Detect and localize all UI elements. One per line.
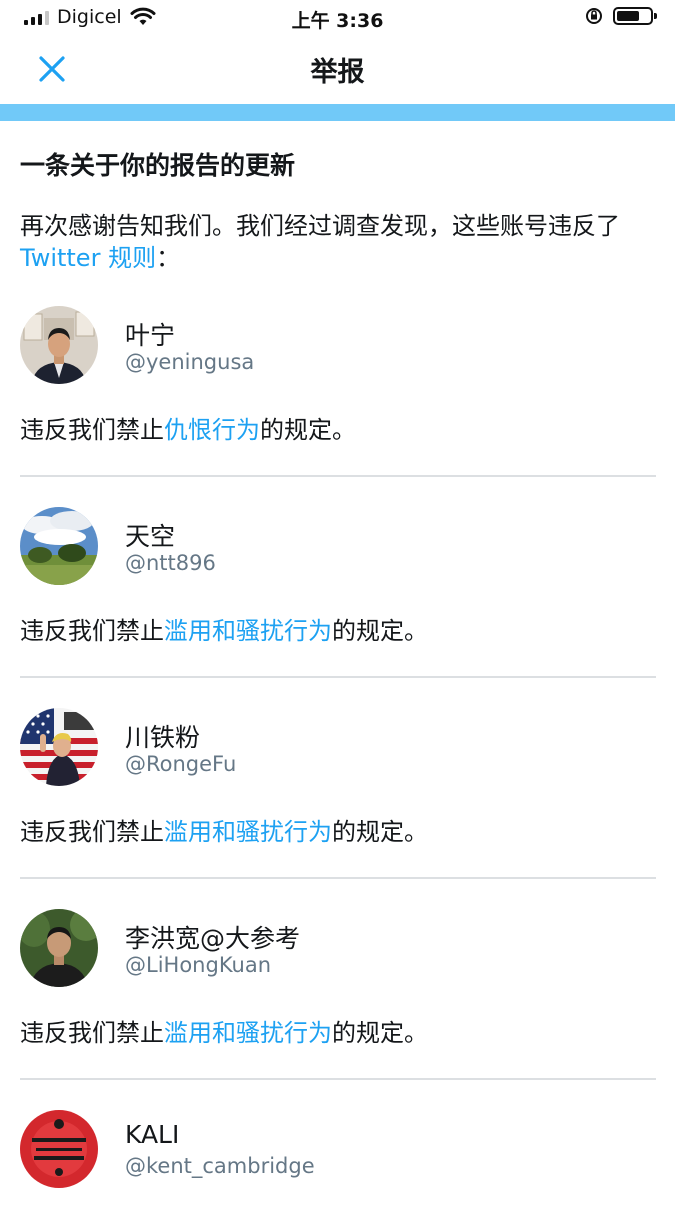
reported-account: 叶宁 @yeningusa 违反我们禁止仇恨行为的规定。 xyxy=(20,306,656,507)
avatar[interactable] xyxy=(20,306,98,384)
intro-end: ： xyxy=(156,244,181,272)
reported-account: KALI @kent_cambridge xyxy=(20,1110,656,1210)
account-name: KALI xyxy=(125,1120,180,1149)
account-name: 李洪宽@大参考 xyxy=(125,924,301,953)
page-title: 举报 xyxy=(310,57,365,88)
divider xyxy=(20,1078,656,1080)
intro-paragraph: 再次感谢告知我们。我们经过调查发现，这些账号违反了 Twitter 规则： xyxy=(20,210,656,274)
violation-suffix: 的规定。 xyxy=(332,617,428,645)
account-row[interactable]: 叶宁 @yeningusa xyxy=(20,306,656,386)
violation-text: 违反我们禁止滥用和骚扰行为的规定。 xyxy=(20,816,428,848)
avatar[interactable] xyxy=(20,909,98,987)
violation-text: 违反我们禁止滥用和骚扰行为的规定。 xyxy=(20,1017,428,1049)
avatar[interactable] xyxy=(20,507,98,585)
violation-prefix: 违反我们禁止 xyxy=(20,416,164,444)
violation-prefix: 违反我们禁止 xyxy=(20,617,164,645)
violation-text: 违反我们禁止滥用和骚扰行为的规定。 xyxy=(20,615,428,647)
intro-text: 再次感谢告知我们。我们经过调查发现，这些账号违反了 xyxy=(20,212,620,240)
rule-link[interactable]: 滥用和骚扰行为 xyxy=(164,818,332,846)
account-name: 叶宁 xyxy=(125,321,176,350)
account-handle: @ntt896 xyxy=(125,551,216,575)
violation-prefix: 违反我们禁止 xyxy=(20,1019,164,1047)
divider xyxy=(20,475,656,477)
account-name: 川铁粉 xyxy=(125,723,201,752)
violation-prefix: 违反我们禁止 xyxy=(20,818,164,846)
account-handle: @yeningusa xyxy=(125,350,255,374)
nav-bar: 举报 xyxy=(0,36,675,104)
reported-account: 川铁粉 @RongeFu 违反我们禁止滥用和骚扰行为的规定。 xyxy=(20,708,656,909)
divider xyxy=(20,676,656,678)
account-row[interactable]: 李洪宽@大参考 @LiHongKuan xyxy=(20,909,656,989)
account-row[interactable]: 川铁粉 @RongeFu xyxy=(20,708,656,788)
battery-icon xyxy=(613,7,657,25)
report-content: 一条关于你的报告的更新 再次感谢告知我们。我们经过调查发现，这些账号违反了 Tw… xyxy=(20,148,656,1210)
avatar[interactable] xyxy=(20,1110,98,1188)
status-time: 上午 3:36 xyxy=(291,10,384,32)
account-handle: @LiHongKuan xyxy=(125,953,272,977)
orientation-lock-icon xyxy=(586,8,602,24)
violation-suffix: 的规定。 xyxy=(332,818,428,846)
account-row[interactable]: KALI @kent_cambridge xyxy=(20,1110,656,1190)
account-handle: @kent_cambridge xyxy=(125,1154,315,1178)
status-right xyxy=(585,7,657,25)
rule-link[interactable]: 滥用和骚扰行为 xyxy=(164,617,332,645)
account-handle: @RongeFu xyxy=(125,752,237,776)
account-name: 天空 xyxy=(125,522,176,551)
violation-suffix: 的规定。 xyxy=(332,1019,428,1047)
violation-suffix: 的规定。 xyxy=(260,416,356,444)
report-heading: 一条关于你的报告的更新 xyxy=(20,151,296,180)
divider xyxy=(20,877,656,879)
reported-account: 天空 @ntt896 违反我们禁止滥用和骚扰行为的规定。 xyxy=(20,507,656,708)
account-row[interactable]: 天空 @ntt896 xyxy=(20,507,656,587)
status-bar: Digicel 上午 3:36 xyxy=(0,0,675,36)
violation-text: 违反我们禁止仇恨行为的规定。 xyxy=(20,414,356,446)
twitter-rules-link[interactable]: Twitter 规则 xyxy=(20,244,156,272)
rule-link[interactable]: 仇恨行为 xyxy=(164,416,260,444)
avatar[interactable] xyxy=(20,708,98,786)
accent-bar xyxy=(0,104,675,121)
reported-account: 李洪宽@大参考 @LiHongKuan 违反我们禁止滥用和骚扰行为的规定。 xyxy=(20,909,656,1110)
rule-link[interactable]: 滥用和骚扰行为 xyxy=(164,1019,332,1047)
